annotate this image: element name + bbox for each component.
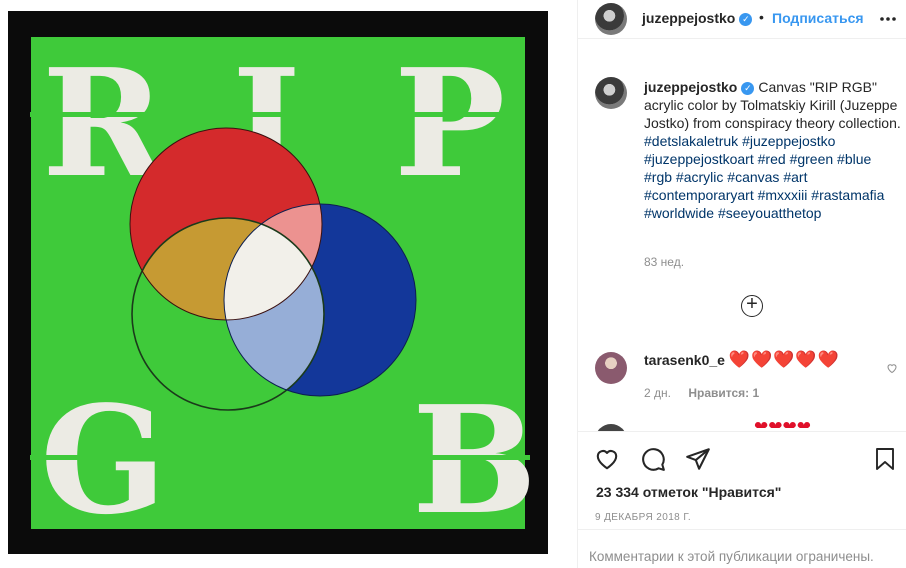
hashtag-link[interactable]: #art: [783, 169, 807, 185]
separator-dot: •: [759, 9, 764, 25]
hashtag-link[interactable]: #green: [790, 151, 834, 167]
comment-heart-icon[interactable]: [886, 362, 898, 374]
paper-plane-icon[interactable]: [685, 446, 711, 472]
comments-divider: [578, 529, 906, 530]
hashtag-link[interactable]: #canvas: [727, 169, 779, 185]
hashtag-link[interactable]: #contemporaryart: [644, 187, 754, 203]
verified-badge-icon: ✓: [739, 13, 753, 26]
verified-badge-icon: ✓: [741, 82, 755, 95]
hashtag-link[interactable]: #juzeppejostkoart: [644, 151, 754, 167]
hashtag-link[interactable]: #blue: [837, 151, 871, 167]
commenter-username[interactable]: tarasenk0_e: [644, 352, 725, 368]
caption-hashtags: #detslakaletruk #juzeppejostko #juzeppej…: [644, 133, 884, 221]
hashtag-link[interactable]: #worldwide: [644, 205, 714, 221]
plus-circle-icon: +: [746, 293, 758, 315]
caption-time-ago[interactable]: 83 нед.: [644, 255, 684, 269]
heart-icon[interactable]: [594, 446, 620, 472]
post-date[interactable]: 9 ДЕКАБРЯ 2018 Г.: [595, 512, 691, 523]
post-header: juzeppejostko ✓ • Подписаться: [578, 0, 906, 39]
artwork-rip-rgb: R I P G B: [30, 36, 537, 547]
likes-count[interactable]: 23 334 отметок "Нравится": [596, 484, 781, 500]
hashtag-link[interactable]: #rastamafia: [811, 187, 884, 203]
author-username[interactable]: juzeppejostko: [642, 10, 735, 26]
author-avatar[interactable]: [595, 3, 627, 35]
more-options-icon[interactable]: [878, 5, 898, 35]
bookmark-icon[interactable]: [873, 446, 897, 472]
hashtag-link[interactable]: #seeyouatthetop: [718, 205, 822, 221]
next-comment-peek: ❤❤❤❤: [754, 418, 811, 428]
actions-divider: [578, 431, 906, 432]
commenter-avatar[interactable]: [595, 352, 627, 384]
hashtag-link[interactable]: #mxxxiii: [758, 187, 808, 203]
hashtag-link[interactable]: #detslakaletruk: [644, 133, 738, 149]
more-options-dots: [880, 17, 896, 21]
comment-time[interactable]: 2 дн.: [644, 386, 671, 400]
post-caption: juzeppejostko ✓ Canvas "RIP RGB" acrylic c…: [644, 78, 902, 222]
caption-username[interactable]: juzeppejostko: [644, 79, 737, 95]
comment-meta: 2 дн. Нравится: 1: [644, 386, 759, 400]
hashtag-link[interactable]: #rgb: [644, 169, 672, 185]
load-more-comments-button[interactable]: +: [741, 293, 763, 317]
hashtag-link[interactable]: #red: [758, 151, 786, 167]
post-side-panel: juzeppejostko ✓ • Подписаться juzeppejost…: [577, 0, 906, 568]
follow-button[interactable]: Подписаться: [772, 10, 864, 26]
hashtag-link[interactable]: #juzeppejostko: [742, 133, 835, 149]
caption-author-avatar[interactable]: [595, 77, 627, 109]
author-username-row: juzeppejostko ✓: [642, 10, 753, 28]
comment-bubble-icon[interactable]: [640, 446, 666, 472]
comments-restricted-notice: Комментарии к этой публикации ограничены…: [589, 549, 874, 564]
post-image[interactable]: R I P G B: [0, 0, 577, 568]
letter-p: P: [394, 36, 505, 210]
comment: tarasenk0_e ❤️❤️❤️❤️❤️: [644, 350, 840, 370]
comment-text: ❤️❤️❤️❤️❤️: [728, 350, 840, 369]
hashtag-link[interactable]: #acrylic: [676, 169, 723, 185]
comment-likes[interactable]: Нравится: 1: [688, 386, 759, 400]
